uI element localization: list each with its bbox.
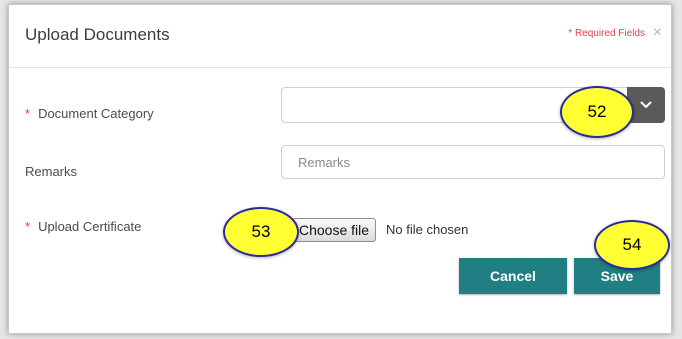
chevron-down-icon	[640, 101, 652, 109]
callout-54: 54	[594, 220, 670, 270]
remarks-label: Remarks	[25, 164, 78, 179]
remarks-input[interactable]	[281, 145, 665, 179]
upload-certificate-label: * Upload Certificate	[25, 219, 141, 234]
required-marker: *	[25, 219, 31, 234]
required-marker: *	[25, 106, 31, 121]
close-icon[interactable]: ×	[653, 24, 662, 42]
choose-file-button[interactable]: Choose file	[292, 218, 377, 242]
dialog-title: Upload Documents	[25, 25, 170, 44]
upload-documents-dialog: Upload Documents * Required Fields × * Do…	[8, 4, 672, 334]
document-category-label-text: Document Category	[38, 106, 154, 121]
required-fields-note: * Required Fields	[568, 28, 645, 39]
file-status: No file chosen	[386, 222, 469, 237]
cancel-button[interactable]: Cancel	[459, 258, 567, 294]
upload-certificate-label-text: Upload Certificate	[38, 219, 142, 234]
callout-53: 53	[223, 207, 299, 257]
document-category-label: * Document Category	[25, 106, 154, 121]
callout-52: 52	[560, 86, 634, 138]
dialog-header: Upload Documents * Required Fields ×	[9, 5, 671, 68]
